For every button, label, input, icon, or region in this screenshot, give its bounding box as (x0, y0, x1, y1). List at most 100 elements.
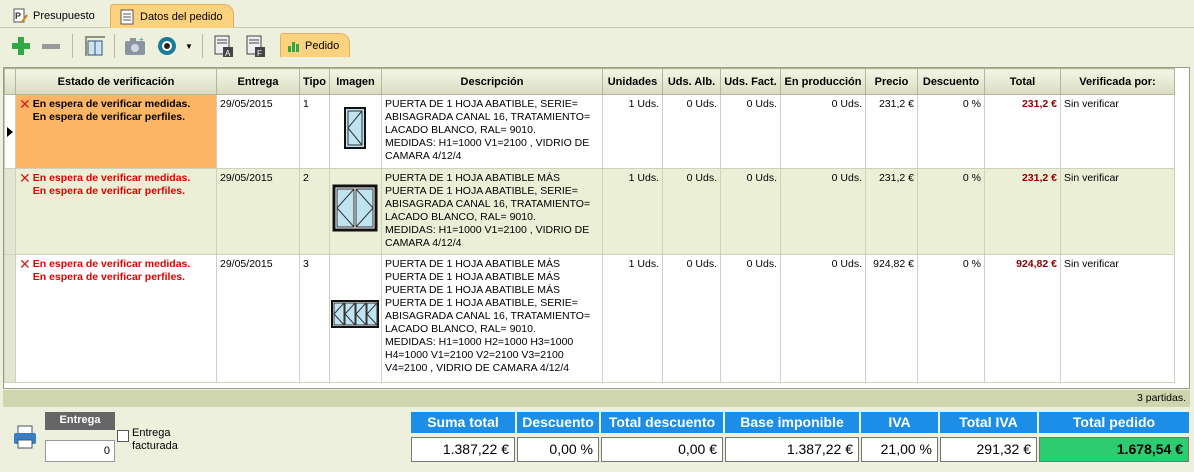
base-imponible-value: 1.387,22 € (725, 437, 859, 462)
row-selector[interactable] (4, 168, 16, 255)
toolbar-separator (114, 34, 115, 58)
status-cell: ✕ En espera de verificar medidas. En espe… (15, 168, 217, 255)
tab-label: Pedido (305, 39, 340, 52)
descripcion-cell: PUERTA DE 1 HOJA ABATIBLE, SERIE= ABISAG… (381, 94, 603, 169)
column-header[interactable]: Descuento (917, 68, 985, 95)
total-iva-header: Total IVA (940, 412, 1037, 433)
error-x-icon: ✕ (19, 170, 31, 186)
status-cell: ✕ En espera de verificar medidas. En espe… (15, 254, 217, 383)
tab-datos-del-pedido[interactable]: Datos del pedido (110, 4, 234, 28)
table-row[interactable]: ✕ En espera de verificar medidas. En espe… (4, 168, 1175, 255)
uds-alb-cell: 0 Uds. (662, 168, 721, 255)
entrega-facturada-checkbox[interactable] (117, 430, 129, 442)
tipo-cell: 3 (299, 254, 330, 383)
verificada-cell: Sin verificar (1060, 168, 1175, 255)
document-f-button[interactable]: F (242, 33, 268, 59)
iva-header: IVA (861, 412, 938, 433)
entrega-facturada-label: Entrega facturada (132, 427, 178, 452)
status-line: En espera de verificar medidas. (32, 98, 191, 110)
column-header[interactable]: Estado de verificación (15, 68, 217, 95)
descuento-header: Descuento (517, 412, 599, 433)
status-line: En espera de verificar perfiles. (32, 271, 186, 283)
column-header[interactable]: Uds. Alb. (662, 68, 721, 95)
error-x-icon: ✕ (19, 96, 31, 112)
column-header[interactable]: Uds. Fact. (720, 68, 781, 95)
column-header[interactable]: En producción (780, 68, 866, 95)
base-imponible-header: Base imponible (725, 412, 859, 433)
column-header[interactable]: Unidades (602, 68, 663, 95)
column-header[interactable]: Imagen (329, 68, 382, 95)
print-button[interactable] (12, 424, 38, 450)
column-header[interactable]: Descripción (381, 68, 603, 95)
status-cell: ✕ En espera de verificar medidas. En espe… (15, 94, 217, 169)
en-produccion-cell: 0 Uds. (780, 168, 866, 255)
unidades-cell: 1 Uds. (602, 94, 663, 169)
total-cell: 924,82 € (984, 254, 1061, 383)
entrega-input[interactable]: 0 (45, 440, 115, 462)
quad-door-thumbnail (331, 300, 379, 328)
uds-alb-cell: 0 Uds. (662, 94, 721, 169)
document-a-icon: A (214, 35, 233, 58)
image-cell (329, 168, 382, 255)
document-a-button[interactable]: A (210, 33, 236, 59)
column-header[interactable]: Precio (865, 68, 918, 95)
add-button[interactable] (8, 33, 34, 59)
current-row-arrow-icon (7, 127, 13, 137)
view-button[interactable] (155, 33, 181, 59)
table-row[interactable]: ✕ En espera de verificar medidas. En espe… (4, 254, 1175, 383)
remove-button[interactable] (38, 33, 64, 59)
printer-icon (14, 425, 36, 449)
en-produccion-cell: 0 Uds. (780, 94, 866, 169)
tab-presupuesto[interactable]: P Presupuesto (4, 4, 108, 28)
uds-fact-cell: 0 Uds. (720, 254, 781, 383)
status-line: En espera de verificar medidas. (32, 172, 191, 184)
verificada-cell: Sin verificar (1060, 94, 1175, 169)
svg-text:P: P (15, 11, 21, 21)
row-selector-header (4, 68, 16, 95)
door-thumbnail (343, 107, 366, 149)
table-row[interactable]: ✕ En espera de verificar medidas. En espe… (4, 94, 1175, 169)
status-line: En espera de verificar perfiles. (32, 111, 186, 123)
descripcion-cell: PUERTA DE 1 HOJA ABATIBLE MÁS PUERTA DE … (381, 254, 603, 383)
toolbar-separator (202, 34, 203, 58)
precio-cell: 924,82 € (865, 254, 918, 383)
descripcion-cell: PUERTA DE 1 HOJA ABATIBLE MÁS PUERTA DE … (381, 168, 603, 255)
precio-cell: 231,2 € (865, 168, 918, 255)
uds-alb-cell: 0 Uds. (662, 254, 721, 383)
column-header[interactable]: Tipo (299, 68, 330, 95)
partidas-count: 3 partidas. (3, 390, 1190, 407)
tab-label: Presupuesto (33, 10, 95, 22)
row-selector[interactable] (4, 94, 16, 169)
entrega-cell: 29/05/2015 (216, 168, 300, 255)
image-cell (329, 94, 382, 169)
camera-button[interactable]: + (122, 33, 148, 59)
column-header[interactable]: Verificada por: (1060, 68, 1175, 95)
en-produccion-cell: 0 Uds. (780, 254, 866, 383)
error-x-icon: ✕ (19, 256, 31, 272)
view-dropdown[interactable]: ▼ (182, 33, 196, 59)
summary-panel: Entrega 0 Entrega facturada Suma total 1… (0, 408, 1194, 472)
total-pedido-header: Total pedido (1039, 412, 1189, 433)
top-tab-bar: P Presupuesto Datos del pedido (0, 0, 1194, 28)
bar-chart-icon (288, 41, 299, 52)
descuento-value[interactable]: 0,00 % (517, 437, 599, 462)
descuento-cell: 0 % (917, 168, 985, 255)
order-lines-grid: Estado de verificación Entrega Tipo Imag… (3, 67, 1190, 389)
uds-fact-cell: 0 Uds. (720, 94, 781, 169)
double-door-thumbnail (332, 184, 377, 232)
measure-button[interactable] (82, 33, 108, 59)
total-pedido-value: 1.678,54 € (1039, 437, 1189, 462)
iva-value[interactable]: 21,00 % (861, 437, 938, 462)
tab-pedido[interactable]: Pedido (280, 33, 350, 57)
total-cell: 231,2 € (984, 94, 1061, 169)
column-header[interactable]: Total (984, 68, 1061, 95)
column-header[interactable]: Entrega (216, 68, 300, 95)
verificada-cell: Sin verificar (1060, 254, 1175, 383)
suma-total-header: Suma total (411, 412, 515, 433)
toolbar: + ▼ A F Pedido (0, 28, 1194, 64)
total-descuento-value: 0,00 € (601, 437, 723, 462)
remove-icon (42, 44, 60, 49)
row-selector[interactable] (4, 254, 16, 383)
svg-text:F: F (257, 49, 262, 58)
document-f-icon: F (246, 35, 265, 58)
